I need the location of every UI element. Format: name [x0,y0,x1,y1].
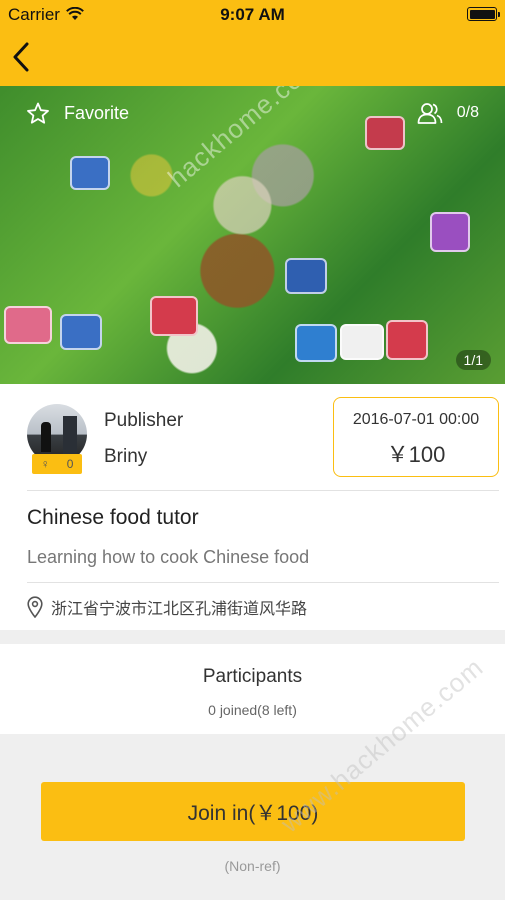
photo-detail [295,324,337,362]
photo-detail [4,306,52,344]
photo-detail [430,212,470,252]
chevron-left-icon [13,42,29,72]
non-refundable-note: (Non-ref) [224,858,281,874]
publisher-name[interactable]: Briny [104,446,147,468]
avatar-figure [41,422,51,452]
location-pin-icon [27,596,43,618]
image-counter: 1/1 [455,350,491,370]
navigation-bar: Carrier 9:07 AM [0,0,505,86]
photo-detail [70,156,110,190]
event-location[interactable]: 浙江省宁波市江北区孔浦街道风华路 [27,595,307,619]
watermark: hackhome.com [162,86,326,194]
battery-icon [467,7,500,21]
favorite-label: Favorite [64,103,130,123]
location-text: 浙江省宁波市江北区孔浦街道风华路 [51,601,308,618]
publisher-label: Publisher [104,410,184,431]
participants-section[interactable]: Participants 0 joined(8 left) [0,644,505,734]
photo-detail [340,324,384,360]
event-title: Chinese food tutor [27,506,199,529]
avatar-building [63,416,77,456]
photo-detail [60,314,102,350]
date-price-box: 2016-07-01 00:00 ￥100 [333,397,499,477]
join-button[interactable]: Join in(￥100) [41,782,465,841]
publisher-score: 0 [66,457,74,471]
gender-badge: ♀ 0 [32,454,82,474]
participants-title: Participants [202,666,303,687]
back-button[interactable] [10,40,34,74]
event-price: ￥100 [386,442,446,467]
divider [27,490,499,491]
event-info-card: ♀ 0 Publisher Briny 2016-07-01 00:00 ￥10… [0,384,505,630]
photo-detail [365,116,405,150]
star-icon [27,102,49,124]
status-bar: Carrier 9:07 AM [0,0,505,30]
photo-detail [386,320,428,360]
clock: 9:07 AM [220,5,285,24]
divider [27,582,499,583]
people-icon [417,103,443,124]
participants-indicator: 0/8 [417,102,479,124]
female-icon: ♀ [40,457,50,471]
participants-count: 0/8 [456,104,479,121]
event-photo[interactable]: Favorite 0/8 1/1 hackhome.com [0,86,505,384]
participants-summary: 0 joined(8 left) [208,702,297,718]
photo-detail [150,296,198,336]
event-datetime: 2016-07-01 00:00 [352,411,480,428]
favorite-button[interactable]: Favorite [26,102,129,125]
event-description: Learning how to cook Chinese food [27,547,310,567]
photo-detail [285,258,327,294]
